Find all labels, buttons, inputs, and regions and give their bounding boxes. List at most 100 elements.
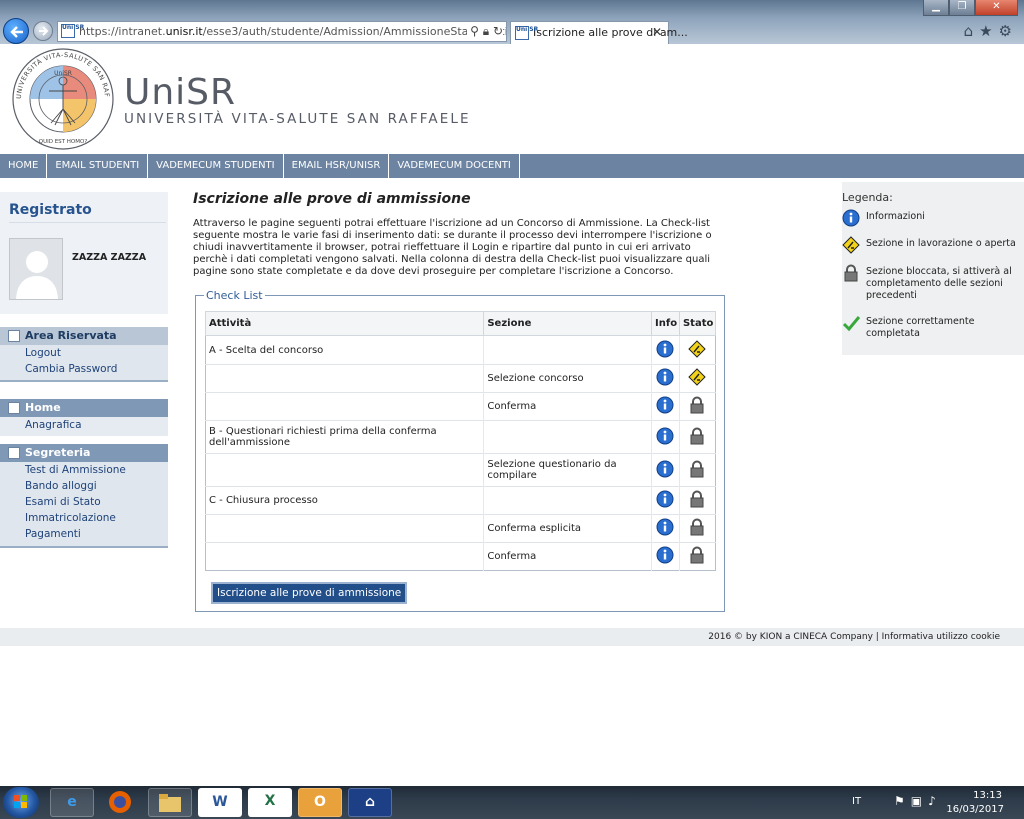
legend-text: Sezione correttamente completata [866,316,975,339]
table-row: Selezione questionario da compilare [205,453,716,487]
check-icon [842,314,861,332]
settings-gear-icon[interactable]: ⚙ [999,22,1018,40]
window-controls: ▁ ❐ ✕ [923,0,1018,16]
language-indicator[interactable]: IT [852,796,861,807]
maximize-button[interactable]: ❐ [949,0,975,16]
footer-text[interactable]: 2016 © by KION a CINECA Company | Inform… [708,628,1000,646]
tab-close-icon[interactable]: ✕ [652,22,662,43]
sidebar-item-logout[interactable]: Logout [0,345,168,361]
browser-tab[interactable]: Uni SR Iscrizione alle prove di am... ✕ [510,21,688,44]
table-header-row: Attività Sezione Info Stato [204,311,717,336]
section-cell: Conferma [483,392,652,421]
volume-icon[interactable]: ♪ [928,794,942,808]
lock-icon [678,420,716,454]
lock-icon [842,264,860,282]
sidebar-item-pagamenti[interactable]: Pagamenti [0,526,168,542]
start-button[interactable] [3,787,39,818]
checklist-fieldset: Check List Attività Sezione Info Stato A… [195,289,725,612]
clock-date[interactable]: 16/03/2017 [946,804,1004,815]
legend-text: Sezione bloccata, si attiverà al complet… [866,266,1012,301]
nav-home[interactable]: HOME [0,154,48,178]
info-icon[interactable] [651,335,680,365]
activity-cell [205,542,484,571]
activity-cell [205,392,484,421]
legend-title: Legenda: [842,191,893,204]
home-icon[interactable]: ⌂ [964,22,980,40]
avatar [9,238,63,300]
forward-button[interactable] [33,21,53,41]
lock-icon[interactable]: 🔒︎ [483,24,489,38]
section-cell [483,335,652,365]
sidebar-item-anagrafica[interactable]: Anagrafica [0,417,168,433]
brand-subtitle: UNIVERSITÀ VITA-SALUTE SAN RAFFAELE [124,111,471,127]
area-riservata-panel: Area Riservata Logout Cambia Password [0,327,168,382]
section-cell [483,486,652,515]
section-cell [483,420,652,454]
close-window-button[interactable]: ✕ [975,0,1018,16]
info-icon[interactable] [651,514,680,543]
user-panel: Registrato ZAZZA ZAZZA [0,192,168,314]
site-header: UNIVERSITÀ VITA-SALUTE SAN RAFFAELE QUID… [0,44,1024,154]
sidebar-item-immatricolazione[interactable]: Immatricolazione [0,510,168,526]
info-icon[interactable] [651,542,680,571]
sidebar-item-cambia-password[interactable]: Cambia Password [0,361,168,377]
nav-vademecum-studenti[interactable]: VADEMECUM STUDENTI [148,154,284,178]
lock-icon [678,514,716,543]
network-icon[interactable]: ▣ [911,794,928,808]
info-icon[interactable] [651,453,680,487]
excel-icon[interactable]: X [248,788,292,817]
outlook-icon[interactable]: O [298,788,342,817]
firefox-icon[interactable] [98,788,142,817]
table-row: A - Scelta del concorso [205,335,716,365]
info-icon[interactable] [651,486,680,515]
address-tools[interactable]: ⚲ 🔒︎ ↻ [467,22,503,41]
word-icon[interactable]: W [198,788,242,817]
url-text[interactable]: https://intranet.unisr.it/esse3/auth/stu… [79,25,506,38]
favorites-star-icon[interactable]: ★ [979,22,998,40]
minimize-button[interactable]: ▁ [923,0,949,16]
table-row: C - Chiusura processo [205,486,716,515]
nav-email-hsr[interactable]: EMAIL HSR/UNISR [284,154,390,178]
flag-icon[interactable]: ⚑ [894,794,911,808]
collapse-checkbox-icon[interactable] [8,447,20,459]
search-icon[interactable]: ⚲ [470,24,479,38]
user-panel-title: Registrato [9,202,92,218]
in-progress-icon [842,236,860,254]
unisr-app-icon[interactable]: ⌂ [348,788,392,817]
iscrizione-button[interactable]: Iscrizione alle prove di ammissione [211,582,408,604]
lock-icon [678,542,716,571]
sidebar-item-esami-stato[interactable]: Esami di Stato [0,494,168,510]
collapse-checkbox-icon[interactable] [8,402,20,414]
nav-vademecum-docenti[interactable]: VADEMECUM DOCENTI [389,154,520,178]
intro-text: Attraverso le pagine seguenti potrai eff… [193,218,712,277]
clock-time[interactable]: 13:13 [973,790,1002,801]
sidebar-item-bando-alloggi[interactable]: Bando alloggi [0,478,168,494]
address-bar[interactable]: Uni SRhttps://intranet.unisr.it/esse3/au… [57,21,507,42]
file-explorer-icon[interactable] [148,788,192,817]
internet-explorer-icon[interactable]: e [50,788,94,817]
legend-text: Informazioni [866,211,925,222]
brand-name: UniSR [124,72,237,113]
back-button[interactable] [3,18,29,44]
table-row: B - Questionari richiesti prima della co… [205,420,716,454]
activity-cell [205,364,484,393]
in-progress-icon [678,335,716,365]
activity-cell [205,514,484,543]
info-icon[interactable] [651,420,680,454]
info-icon[interactable] [651,392,680,421]
refresh-icon[interactable]: ↻ [493,24,503,38]
sidebar-item-test-ammissione[interactable]: Test di Ammissione [0,462,168,478]
checklist-table: Attività Sezione Info Stato A - Scelta d… [204,311,717,571]
area-riservata-header[interactable]: Area Riservata [0,327,168,345]
seal-inner-label: UniSR [54,70,72,77]
segreteria-header[interactable]: Segreteria [0,444,168,462]
home-header[interactable]: Home [0,399,168,417]
section-cell: Selezione questionario da compilare [483,453,652,487]
column-header-attivita: Attività [204,311,485,336]
windows-logo-icon [14,795,27,808]
collapse-checkbox-icon[interactable] [8,330,20,342]
browser-toolbar-icons: ⌂★⚙ [964,22,1018,40]
info-icon[interactable] [651,364,680,393]
info-icon [842,209,860,227]
nav-email-studenti[interactable]: EMAIL STUDENTI [47,154,149,178]
